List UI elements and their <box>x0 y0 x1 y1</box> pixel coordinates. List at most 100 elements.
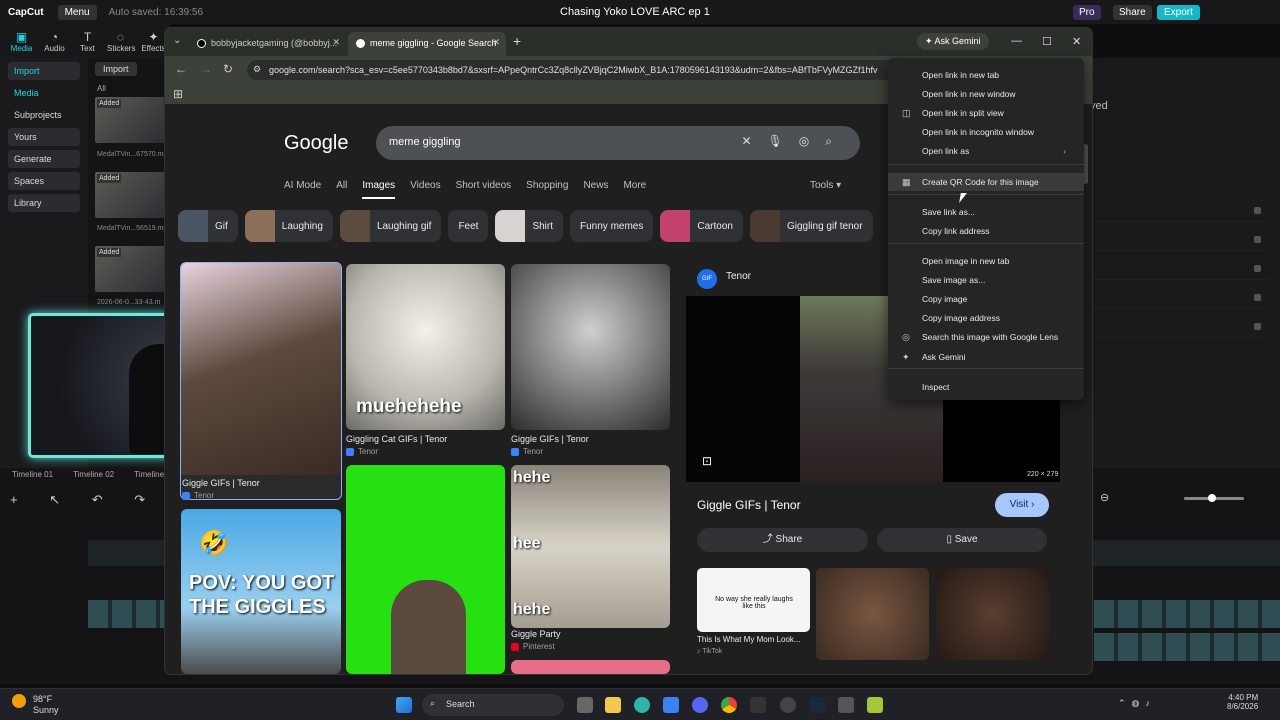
preview-source[interactable]: Tenor <box>726 271 751 282</box>
context-menu-item-search-this-image-with-google-lens[interactable]: ◎ Search this image with Google Lens <box>888 328 1084 346</box>
keyframe-icon[interactable] <box>1254 236 1261 243</box>
sidebar-item-library[interactable]: Library <box>8 194 80 212</box>
nav-videos[interactable]: Videos <box>410 180 440 199</box>
media-filter-all[interactable]: All <box>97 84 106 93</box>
context-menu-item-save-link-as[interactable]: Save link as... <box>888 203 1084 221</box>
network-icon[interactable]: ◍ <box>1132 698 1146 708</box>
keyframe-icon[interactable] <box>1254 207 1261 214</box>
nav-short-videos[interactable]: Short videos <box>456 180 512 199</box>
mic-icon[interactable]: 🎙 <box>768 134 799 148</box>
sidebar-item-subprojects[interactable]: Subprojects <box>8 106 80 124</box>
result-card[interactable] <box>511 264 670 430</box>
chevron-up-icon[interactable]: ⌃ <box>1118 698 1132 708</box>
property-row[interactable] <box>1094 200 1269 222</box>
close-icon[interactable]: ✕ <box>332 37 340 48</box>
sidebar-item-spaces[interactable]: Spaces <box>8 172 80 190</box>
system-tray[interactable]: ⌃◍♪ <box>1118 698 1156 709</box>
capcut-share-button[interactable]: Share <box>1113 4 1152 20</box>
sidebar-item-import[interactable]: Import <box>8 62 80 80</box>
result-card[interactable] <box>511 660 670 674</box>
context-menu-item-copy-link-address[interactable]: Copy link address <box>888 222 1084 240</box>
maximize-icon[interactable]: ☐ <box>1042 35 1052 48</box>
chip-laughing-gif[interactable]: Laughing gif <box>339 210 442 242</box>
apps-icon[interactable]: ⊞ <box>173 87 183 101</box>
zoom-slider[interactable] <box>1184 494 1244 502</box>
context-menu-item-inspect[interactable]: Inspect <box>888 378 1084 396</box>
tool-text[interactable]: T Text <box>74 30 101 53</box>
related-image[interactable] <box>816 568 929 660</box>
result-image[interactable] <box>181 263 341 475</box>
lens-icon[interactable]: ⊡ <box>702 454 712 468</box>
file-explorer-icon[interactable] <box>605 697 621 713</box>
lens-icon[interactable]: ◎ <box>799 134 825 148</box>
tab-google-search[interactable]: meme giggling - Google Search ✕ <box>348 32 506 56</box>
share-button[interactable]: ⤴ Share <box>697 528 868 552</box>
timeline-tab-3[interactable]: Timeline <box>134 470 164 479</box>
nav-all[interactable]: All <box>336 180 347 199</box>
result-title[interactable]: Giggle GIFs | Tenor <box>182 478 260 488</box>
chip-cartoon[interactable]: Cartoon <box>660 210 743 242</box>
clock[interactable]: 4:40 PM 8/6/2026 <box>1227 693 1258 711</box>
tool-media[interactable]: ▣ Media <box>8 30 35 53</box>
nav-more[interactable]: More <box>623 180 646 199</box>
save-button[interactable]: ▯ Save <box>877 528 1047 552</box>
nav-images[interactable]: Images <box>362 180 396 199</box>
reload-icon[interactable]: ↻ <box>223 62 233 76</box>
context-menu-item-copy-image-address[interactable]: Copy image address <box>888 309 1084 327</box>
nav-ai-mode[interactable]: AI Mode <box>284 180 321 199</box>
discord-icon[interactable] <box>692 697 708 713</box>
result-card-selected[interactable] <box>180 262 342 500</box>
tab-tiktok[interactable]: bobbyjacketgaming (@bobbyj... ✕ <box>189 32 346 56</box>
media-thumbnail[interactable]: Added <box>95 246 165 292</box>
task-view-icon[interactable] <box>577 697 593 713</box>
capcut-menu-button[interactable]: Menu <box>57 4 97 20</box>
site-info-icon[interactable]: ⚙ <box>253 64 261 75</box>
context-menu-item-copy-image[interactable]: Copy image <box>888 290 1084 308</box>
app-icon[interactable] <box>838 697 854 713</box>
tool-effects[interactable]: ✦ Effects <box>140 30 167 53</box>
capcut-icon[interactable] <box>750 697 766 713</box>
chip-gif[interactable]: Gif <box>178 210 238 242</box>
close-icon[interactable]: ✕ <box>492 37 500 48</box>
app-icon[interactable] <box>867 697 883 713</box>
sidebar-item-generate[interactable]: Generate <box>8 150 80 168</box>
video-clip[interactable] <box>1094 633 1280 661</box>
back-icon[interactable]: ← <box>175 62 187 76</box>
timeline-tab-2[interactable]: Timeline 02 <box>73 470 114 479</box>
result-card[interactable] <box>346 465 505 674</box>
sidebar-item-yours[interactable]: Yours <box>8 128 80 146</box>
related-image[interactable] <box>936 568 1049 660</box>
result-title[interactable]: Giggle Party <box>511 629 561 639</box>
nav-shopping[interactable]: Shopping <box>526 180 568 199</box>
url-bar[interactable]: ⚙ google.com/search?sca_esv=c5ee5770343b8… <box>247 60 897 80</box>
store-icon[interactable] <box>663 697 679 713</box>
steam-icon[interactable] <box>809 697 825 713</box>
context-menu-item-save-image-as[interactable]: Save image as... <box>888 271 1084 289</box>
tool-audio[interactable]: ◔ Audio <box>41 30 68 53</box>
weather-widget[interactable]: 98°F Sunny <box>12 694 59 715</box>
chip-feet[interactable]: Feet <box>448 210 489 242</box>
media-import-button[interactable]: Import <box>95 62 137 76</box>
media-thumbnail[interactable]: Added <box>95 97 165 143</box>
context-menu-item-open-link-as[interactable]: Open link as › <box>888 142 1084 160</box>
video-clip[interactable] <box>88 600 168 628</box>
search-actions[interactable]: ✕🎙◎⌕ <box>741 134 848 149</box>
context-menu-item-open-link-in-split-view[interactable]: ◫ Open link in split view <box>888 104 1084 122</box>
property-row[interactable] <box>1094 258 1269 280</box>
media-thumbnail[interactable]: Added <box>95 172 165 218</box>
taskbar-search[interactable]: ⌕ Search <box>422 694 564 716</box>
video-clip[interactable] <box>1094 600 1280 628</box>
zoom-slider-handle[interactable] <box>1208 494 1216 502</box>
export-button[interactable]: Export <box>1157 4 1200 20</box>
result-card[interactable]: muehehehe <box>346 264 505 430</box>
tab-search-icon[interactable]: ⌄ <box>173 35 181 46</box>
chip-laughing[interactable]: Laughing <box>244 210 333 242</box>
sidebar-item-media[interactable]: Media <box>8 84 80 102</box>
keyframe-icon[interactable] <box>1254 294 1261 301</box>
result-card[interactable]: hehe hee hehe <box>511 465 670 628</box>
context-menu-item-open-image-in-new-tab[interactable]: Open image in new tab <box>888 252 1084 270</box>
forward-icon[interactable]: → <box>200 62 212 76</box>
context-menu-item-ask-gemini[interactable]: ✦ Ask Gemini <box>888 348 1084 366</box>
tool-stickers[interactable]: ◌ Stickers <box>107 30 135 53</box>
preview-title[interactable]: Giggle GIFs | Tenor <box>697 498 801 512</box>
